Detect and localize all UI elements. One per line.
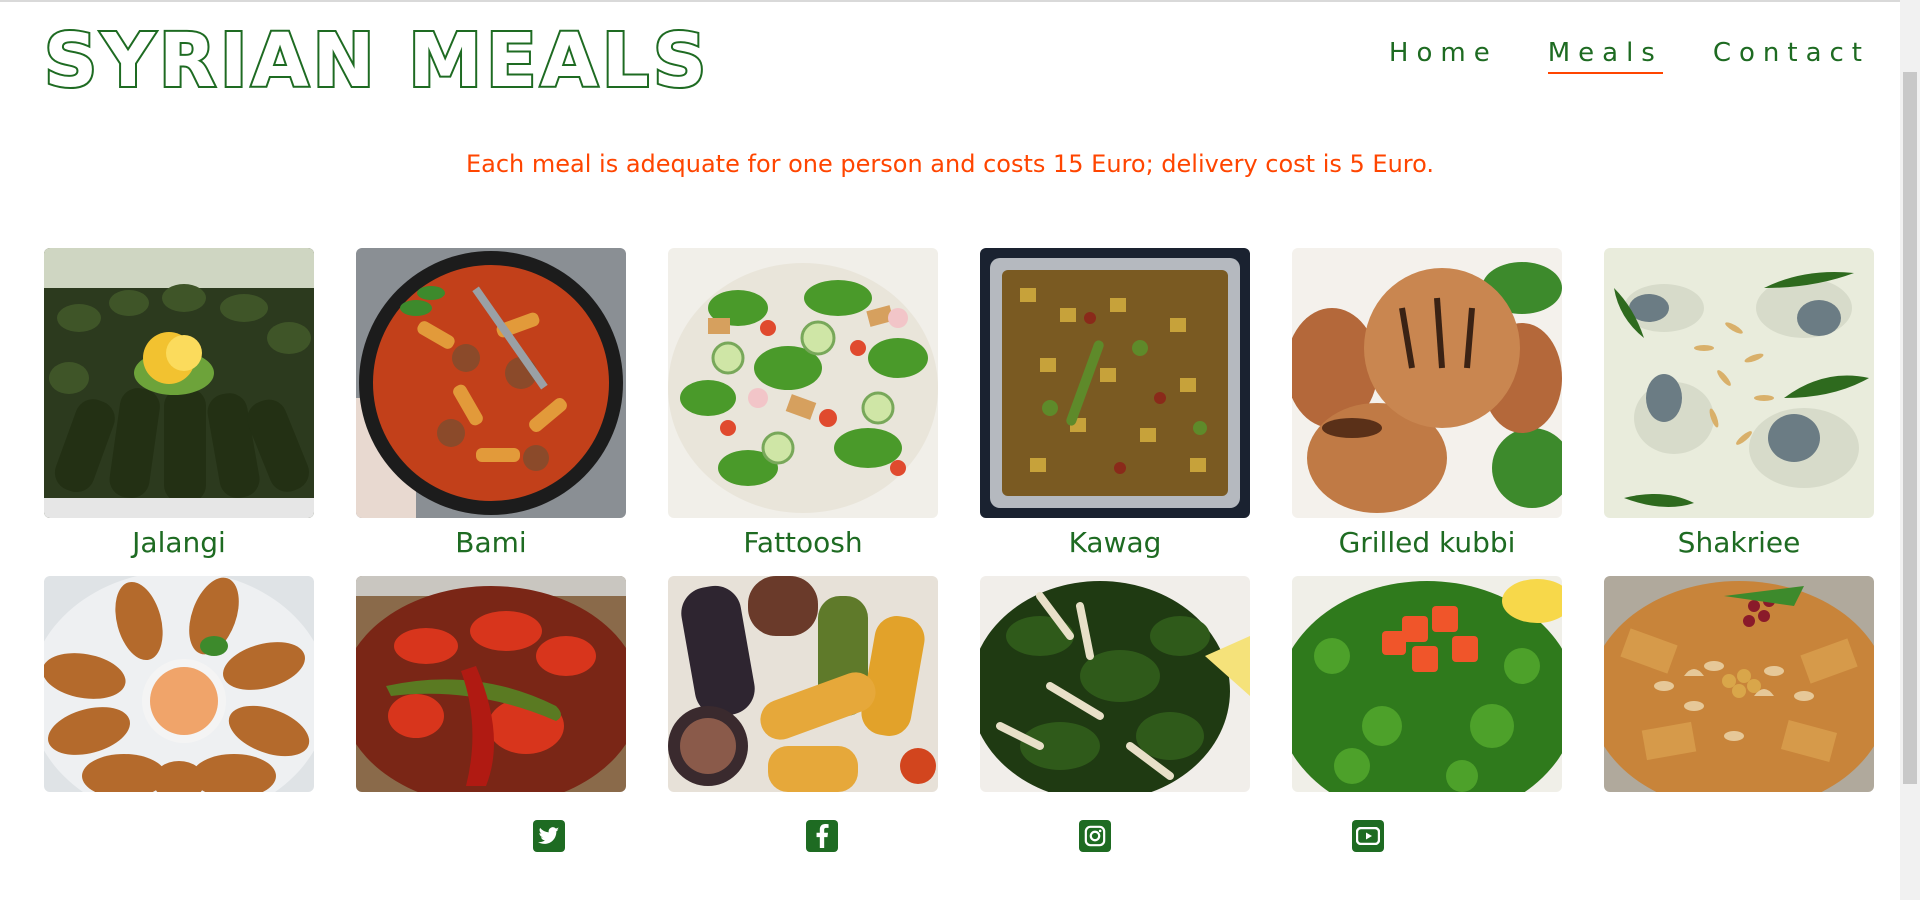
meal-photo-fattoosh[interactable] (668, 248, 938, 518)
meal-card-greens-chicken[interactable] (980, 576, 1250, 792)
meal-name: Bami (455, 526, 527, 559)
facebook-icon[interactable] (806, 820, 838, 852)
meal-card-stuffed-vegetables[interactable] (356, 576, 626, 792)
page-scrollbar[interactable] (1900, 0, 1920, 900)
site-logo[interactable]: SYRIAN MEALS (42, 22, 710, 100)
meal-card-kibbeh[interactable] (44, 576, 314, 792)
meal-card-jalangi[interactable]: Jalangi (44, 248, 314, 562)
scrollbar-thumb[interactable] (1903, 72, 1917, 784)
nav-meals-link[interactable]: Meals (1547, 38, 1663, 74)
meal-photo-jalangi[interactable] (44, 248, 314, 518)
meal-photo-stuffed-vegetables[interactable] (356, 576, 626, 792)
meal-photo-stuffed-zucchini[interactable] (668, 576, 938, 792)
meal-name: Kawag (1068, 526, 1162, 559)
meal-name: Jalangi (132, 526, 226, 559)
meal-card-bami[interactable]: Bami (356, 248, 626, 562)
meal-photo-grilled-kubbi[interactable] (1292, 248, 1562, 518)
meal-card-fatteh[interactable] (1604, 576, 1874, 792)
pricing-notice: Each meal is adequate for one person and… (465, 150, 1435, 178)
meal-card-stuffed-zucchini[interactable] (668, 576, 938, 792)
meal-name: Fattoosh (743, 526, 863, 559)
meal-card-fattoosh[interactable]: Fattoosh (668, 248, 938, 562)
top-border (0, 0, 1920, 2)
meal-name: Shakriee (1677, 526, 1801, 559)
instagram-icon[interactable] (1079, 820, 1111, 852)
meal-photo-kibbeh[interactable] (44, 576, 314, 792)
twitter-icon[interactable] (533, 820, 565, 852)
meal-name: Grilled kubbi (1338, 526, 1516, 559)
meal-photo-tabbouleh[interactable] (1292, 576, 1562, 792)
main-nav: Home Meals Contact (1389, 38, 1870, 74)
nav-home-link[interactable]: Home (1389, 38, 1498, 74)
meal-photo-bami[interactable] (356, 248, 626, 518)
youtube-icon[interactable] (1352, 820, 1384, 852)
meal-photo-shakriee[interactable] (1604, 248, 1874, 518)
meal-card-grilled-kubbi[interactable]: Grilled kubbi (1292, 248, 1562, 562)
meal-photo-kawag[interactable] (980, 248, 1250, 518)
meal-card-shakriee[interactable]: Shakriee (1604, 248, 1874, 562)
meal-card-kawag[interactable]: Kawag (980, 248, 1250, 562)
meal-photo-fatteh[interactable] (1604, 576, 1874, 792)
meal-photo-greens-chicken[interactable] (980, 576, 1250, 792)
nav-contact-link[interactable]: Contact (1713, 38, 1870, 74)
meal-card-tabbouleh[interactable] (1292, 576, 1562, 792)
